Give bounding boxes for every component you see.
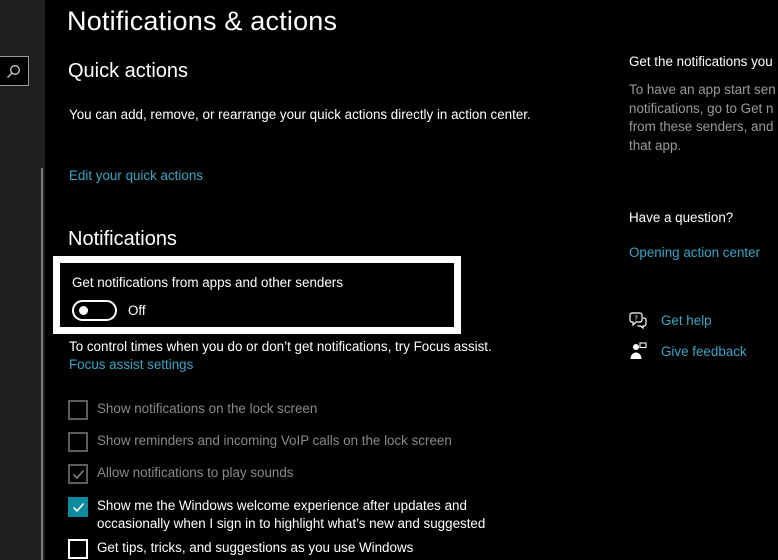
option-label: Allow notifications to play sounds	[97, 465, 294, 480]
focus-assist-text: To control times when you do or don’t ge…	[69, 339, 492, 354]
voip-calls-checkbox[interactable]	[68, 432, 88, 452]
option-label: Get tips, tricks, and suggestions as you…	[97, 540, 414, 555]
page-title: Notifications & actions	[67, 6, 338, 36]
quick-actions-description: You can add, remove, or rearrange your q…	[69, 107, 531, 122]
side-panel: Get the notifications you To have an app…	[629, 0, 778, 560]
notifications-toggle-group: Get notifications from apps and other se…	[53, 256, 461, 334]
side-text-line: from these senders, and	[629, 119, 774, 135]
side-text-line: To have an app start sen	[629, 82, 776, 97]
checkmark-icon	[72, 470, 85, 480]
option-voip-calls: Show reminders and incoming VoIP calls o…	[68, 432, 452, 452]
notifications-toggle-label: Get notifications from apps and other se…	[72, 275, 343, 290]
edit-quick-actions-link[interactable]: Edit your quick actions	[69, 168, 203, 183]
scrollbar[interactable]	[41, 168, 43, 560]
quick-actions-heading: Quick actions	[68, 60, 189, 82]
option-welcome-experience: Show me the Windows welcome experience a…	[68, 497, 517, 533]
play-sounds-checkbox[interactable]	[68, 464, 88, 484]
option-tips: Get tips, tricks, and suggestions as you…	[68, 539, 413, 559]
tips-checkbox[interactable]	[68, 539, 88, 559]
give-feedback-link[interactable]: Give feedback	[629, 342, 747, 360]
welcome-experience-checkbox[interactable]	[68, 497, 88, 517]
focus-assist-link[interactable]: Focus assist settings	[69, 357, 193, 372]
chat-help-icon: ?	[629, 312, 647, 329]
side-text-line: that app.	[629, 137, 682, 153]
notifications-heading: Notifications	[68, 228, 177, 250]
notifications-toggle[interactable]	[72, 300, 117, 321]
question-heading: Have a question?	[629, 210, 734, 225]
give-feedback-label: Give feedback	[661, 343, 747, 359]
get-help-label: Get help	[661, 312, 712, 328]
toggle-knob	[79, 306, 88, 315]
option-label: Show reminders and incoming VoIP calls o…	[97, 433, 452, 448]
search-icon	[7, 65, 20, 78]
nav-strip	[0, 0, 45, 560]
main-content: Notifications & actions Quick actions Yo…	[45, 0, 605, 560]
feedback-icon	[630, 342, 647, 359]
option-lock-screen: Show notifications on the lock screen	[68, 400, 317, 420]
opening-action-center-link[interactable]: Opening action center	[629, 245, 760, 260]
side-heading: Get the notifications you	[629, 54, 773, 69]
lock-screen-checkbox[interactable]	[68, 400, 88, 420]
toggle-state-label: Off	[128, 303, 146, 318]
option-label: Show me the Windows welcome experience a…	[97, 498, 486, 531]
option-label: Show notifications on the lock screen	[97, 401, 318, 416]
search-button[interactable]	[0, 56, 29, 86]
side-text-line: notifications, go to Get n	[629, 100, 774, 116]
checkmark-icon	[72, 502, 85, 513]
get-help-link[interactable]: ? Get help	[629, 311, 712, 329]
option-play-sounds: Allow notifications to play sounds	[68, 464, 294, 484]
svg-text:?: ?	[634, 315, 638, 323]
